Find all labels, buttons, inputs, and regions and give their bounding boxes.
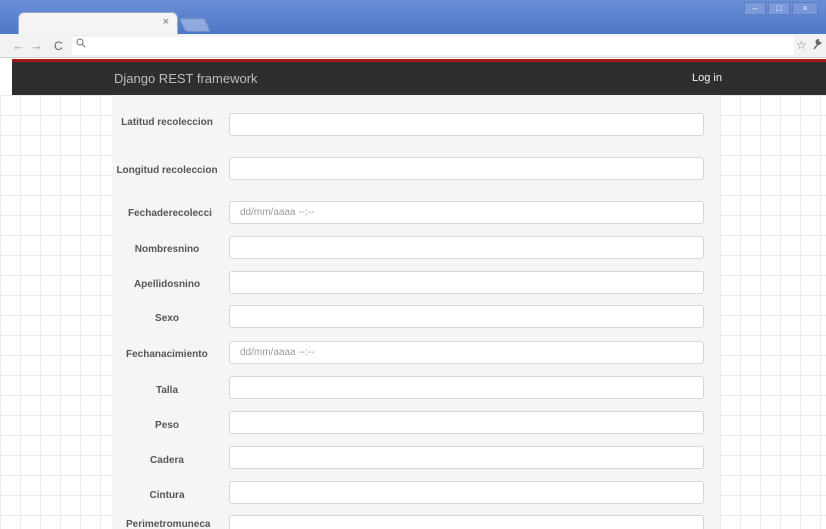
- label-fechaderecoleccion: Fechaderecolecci: [128, 208, 212, 219]
- input-nombresnino[interactable]: [229, 236, 704, 259]
- label-peso: Peso: [155, 420, 179, 431]
- browser-toolbar: ← → C ☆: [0, 34, 826, 58]
- close-window-button[interactable]: ×: [792, 2, 818, 15]
- label-talla: Talla: [155, 385, 179, 396]
- input-sexo[interactable]: [229, 305, 704, 328]
- label-fechanacimiento: Fechanacimiento: [126, 349, 208, 360]
- input-latitud-recoleccion[interactable]: [229, 113, 704, 136]
- maximize-button[interactable]: □: [768, 2, 790, 15]
- brand-link[interactable]: Django REST framework: [114, 71, 258, 86]
- label-apellidosnino: Apellidosnino: [133, 279, 201, 290]
- label-cintura: Cintura: [149, 490, 185, 501]
- tab-close-icon[interactable]: ×: [163, 16, 169, 28]
- wrench-icon[interactable]: [812, 38, 823, 50]
- input-peso[interactable]: [229, 411, 704, 434]
- browser-tab[interactable]: ×: [18, 12, 178, 36]
- reload-icon[interactable]: C: [54, 38, 63, 54]
- label-perimetromuneca: Perimetromuneca: [126, 519, 211, 529]
- input-fechanacimiento[interactable]: dd/mm/aaaa --:--: [229, 341, 704, 364]
- label-nombresnino: Nombresnino: [134, 244, 200, 255]
- input-apellidosnino[interactable]: [229, 271, 704, 294]
- input-perimetromuneca[interactable]: [229, 515, 704, 529]
- login-link[interactable]: Log in: [692, 72, 722, 84]
- address-bar[interactable]: [72, 37, 794, 55]
- input-fechaderecoleccion[interactable]: dd/mm/aaaa --:--: [229, 201, 704, 224]
- search-icon: [76, 38, 86, 48]
- label-sexo: Sexo: [155, 313, 179, 324]
- bookmark-star-icon[interactable]: ☆: [796, 38, 807, 52]
- new-tab-button[interactable]: [178, 18, 212, 32]
- label-cadera: Cadera: [150, 455, 184, 466]
- forward-arrow-icon[interactable]: →: [30, 38, 43, 54]
- input-talla[interactable]: [229, 376, 704, 399]
- label-latitud-recoleccion: Latitud recoleccion: [121, 117, 213, 128]
- browser-titlebar: × – □ ×: [0, 0, 826, 36]
- input-cintura[interactable]: [229, 481, 704, 504]
- back-arrow-icon[interactable]: ←: [12, 38, 25, 54]
- window-controls: – □ ×: [744, 2, 818, 16]
- minimize-button[interactable]: –: [744, 2, 766, 15]
- input-cadera[interactable]: [229, 446, 704, 469]
- site-navbar: Django REST framework Log in: [12, 59, 826, 95]
- label-longitud-recoleccion: Longitud recoleccion: [116, 165, 218, 176]
- input-longitud-recoleccion[interactable]: [229, 157, 704, 180]
